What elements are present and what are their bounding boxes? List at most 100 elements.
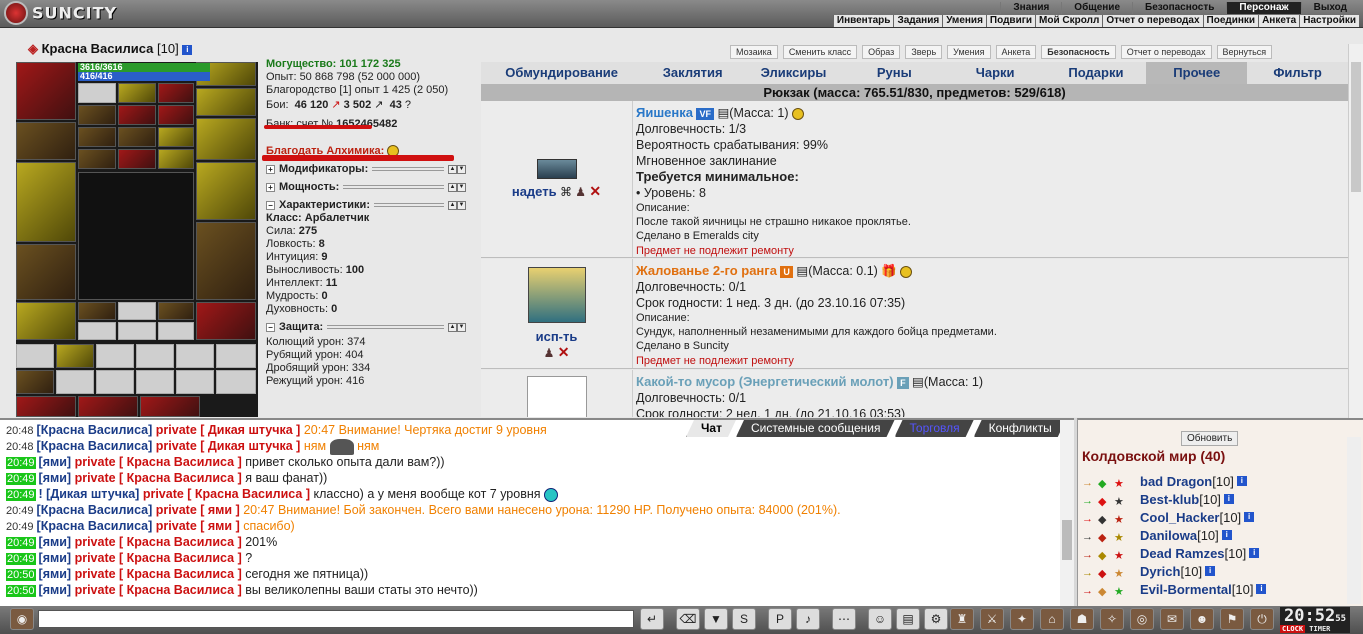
bracer-slot[interactable] xyxy=(16,122,76,160)
info-icon[interactable]: i xyxy=(182,44,193,55)
item-name[interactable]: Яишенка xyxy=(636,105,693,120)
buff-slot[interactable] xyxy=(158,149,194,169)
buff-slot[interactable] xyxy=(158,127,194,147)
chat-input[interactable] xyxy=(38,610,634,628)
user-list-item[interactable]: → ◆ ★ Cool_Hacker [10] i xyxy=(1082,508,1255,526)
shop-icon[interactable]: ⌂ xyxy=(1040,608,1064,630)
submenu-settings[interactable]: Настройки xyxy=(1299,15,1359,27)
helmet-slot[interactable] xyxy=(16,62,76,120)
exit-icon[interactable]: ⏻ xyxy=(1250,608,1274,630)
buff-slot[interactable] xyxy=(158,105,194,125)
tab-conflicts[interactable]: Конфликты xyxy=(974,420,1066,437)
menu-character[interactable]: Персонаж xyxy=(1226,2,1301,14)
submenu-transfers[interactable]: Отчет о переводах xyxy=(1102,15,1202,27)
tab-system-messages[interactable]: Системные сообщения xyxy=(736,420,895,437)
ring-slot[interactable] xyxy=(78,322,116,340)
submenu-profile[interactable]: Анкета xyxy=(1258,15,1299,27)
submenu-skills[interactable]: Умения xyxy=(942,15,986,27)
menu-communication[interactable]: Общение xyxy=(1061,2,1132,14)
tab-trade[interactable]: Торговля xyxy=(895,420,974,437)
belt-item-slot[interactable] xyxy=(56,344,94,368)
chat-private-target[interactable]: private [ Красна Василиса ] xyxy=(75,471,246,485)
item-name[interactable]: Какой-то мусор (Энергетический молот) xyxy=(636,374,894,389)
belt-item-slot[interactable] xyxy=(136,370,174,394)
buff-slot[interactable] xyxy=(78,105,116,125)
equip-link[interactable]: надеть xyxy=(512,184,557,199)
inventory-icon[interactable]: ♜ xyxy=(950,608,974,630)
chat-author[interactable]: [ями] xyxy=(39,455,75,469)
smiley-icon[interactable]: ☺ xyxy=(868,608,892,630)
tab-equipment[interactable]: Обмундирование xyxy=(481,62,642,84)
sound-icon[interactable]: ♪ xyxy=(796,608,820,630)
info-icon[interactable]: i xyxy=(1221,530,1232,540)
belt-slot[interactable] xyxy=(16,302,76,340)
section-power[interactable]: + Мощность: ▲ ▼ xyxy=(266,180,466,194)
buff-slot[interactable] xyxy=(118,83,156,103)
clan-icon[interactable]: ☗ xyxy=(1070,608,1094,630)
info-icon[interactable]: i xyxy=(1244,512,1255,522)
profile-button[interactable]: Анкета xyxy=(995,45,1037,59)
shield-slot[interactable] xyxy=(196,162,256,220)
tab-elixirs[interactable]: Эликсиры xyxy=(743,62,844,84)
chat-private-target[interactable]: private [ Красна Василиса ] xyxy=(75,567,246,581)
section-characteristics[interactable]: − Характеристики: ▲ ▼ xyxy=(266,198,466,212)
copy-icon[interactable]: ▤ xyxy=(717,106,729,120)
user-name[interactable]: Evil-Bormental xyxy=(1140,582,1232,597)
belt-item-slot[interactable] xyxy=(216,370,256,394)
info-icon[interactable]: i xyxy=(1256,584,1267,594)
chat-author[interactable]: [Красна Василиса] xyxy=(37,439,156,453)
submenu-inventory[interactable]: Инвентарь xyxy=(832,15,894,27)
buff-slot[interactable] xyxy=(118,105,156,125)
scroll-thumb[interactable] xyxy=(1062,520,1072,560)
chat-author[interactable]: [ями] xyxy=(39,471,75,485)
settings-icon[interactable]: ⚙ xyxy=(924,608,948,630)
section-defense[interactable]: − Защита: ▲ ▼ xyxy=(266,320,466,334)
buff-slot[interactable] xyxy=(118,149,156,169)
ring-slot[interactable] xyxy=(78,302,116,320)
user-name[interactable]: Cool_Hacker xyxy=(1140,510,1219,525)
private-arrow-icon[interactable]: → xyxy=(1082,513,1096,525)
private-arrow-icon[interactable]: → xyxy=(1082,495,1096,507)
filter-icon[interactable]: ▼ xyxy=(704,608,728,630)
help-icon[interactable]: ◎ xyxy=(1130,608,1154,630)
belt-item-slot[interactable] xyxy=(16,344,54,368)
info-icon[interactable]: i xyxy=(1236,476,1247,486)
chat-author[interactable]: [Красна Василиса] xyxy=(37,519,156,533)
tab-chat[interactable]: Чат xyxy=(686,420,736,437)
buff-slot[interactable] xyxy=(158,83,194,103)
chat-author[interactable]: [ями] xyxy=(39,567,75,581)
skills-icon[interactable]: ✧ xyxy=(1100,608,1124,630)
menu-knowledge[interactable]: Знания xyxy=(1000,2,1061,14)
chat-author[interactable]: [Красна Василиса] xyxy=(37,423,156,437)
private-arrow-icon[interactable]: → xyxy=(1082,531,1096,543)
mail-icon[interactable]: ✉ xyxy=(1160,608,1184,630)
ring-slot[interactable] xyxy=(158,322,194,340)
user-list-item[interactable]: → ◆ ★ Danilowa [10] i xyxy=(1082,526,1232,544)
friends-icon[interactable]: ☻ xyxy=(1190,608,1214,630)
pet-button[interactable]: Зверь xyxy=(905,45,943,59)
user-name[interactable]: Dead Ramzes xyxy=(1140,546,1225,561)
ring-slot[interactable] xyxy=(118,322,156,340)
menu-security[interactable]: Безопасность xyxy=(1132,2,1226,14)
belt-item-slot[interactable] xyxy=(16,370,54,394)
shirt-icon[interactable]: ♟ xyxy=(544,346,555,360)
chat-private-target[interactable]: private [ Красна Василиса ] xyxy=(75,583,246,597)
gloves-slot[interactable] xyxy=(196,118,256,160)
user-list-item[interactable]: → ◆ ★ Best-klub [10] i xyxy=(1082,490,1234,508)
shirt-icon[interactable]: ♟ xyxy=(575,185,586,199)
tab-spells[interactable]: Заклятия xyxy=(642,62,743,84)
submenu-scroll[interactable]: Мой Скролл xyxy=(1035,15,1102,27)
belt-item-slot[interactable] xyxy=(96,344,134,368)
chat-private-target[interactable]: private [ ями ] xyxy=(156,503,243,517)
legs-slot[interactable] xyxy=(196,222,256,300)
extra-slot[interactable] xyxy=(16,396,76,417)
boots-slot[interactable] xyxy=(196,302,256,340)
user-list-item[interactable]: → ◆ ★ bad Dragon [10] i xyxy=(1082,472,1247,490)
user-name[interactable]: Danilowa xyxy=(1140,528,1197,543)
map-icon[interactable]: ✦ xyxy=(1010,608,1034,630)
use-link[interactable]: исп-ть xyxy=(536,329,578,344)
chat-author[interactable]: ! [Дикая штучка] xyxy=(39,487,143,501)
skills-button[interactable]: Умения xyxy=(947,45,991,59)
tab-other[interactable]: Прочее xyxy=(1146,62,1248,84)
armor-slot[interactable] xyxy=(16,244,76,300)
